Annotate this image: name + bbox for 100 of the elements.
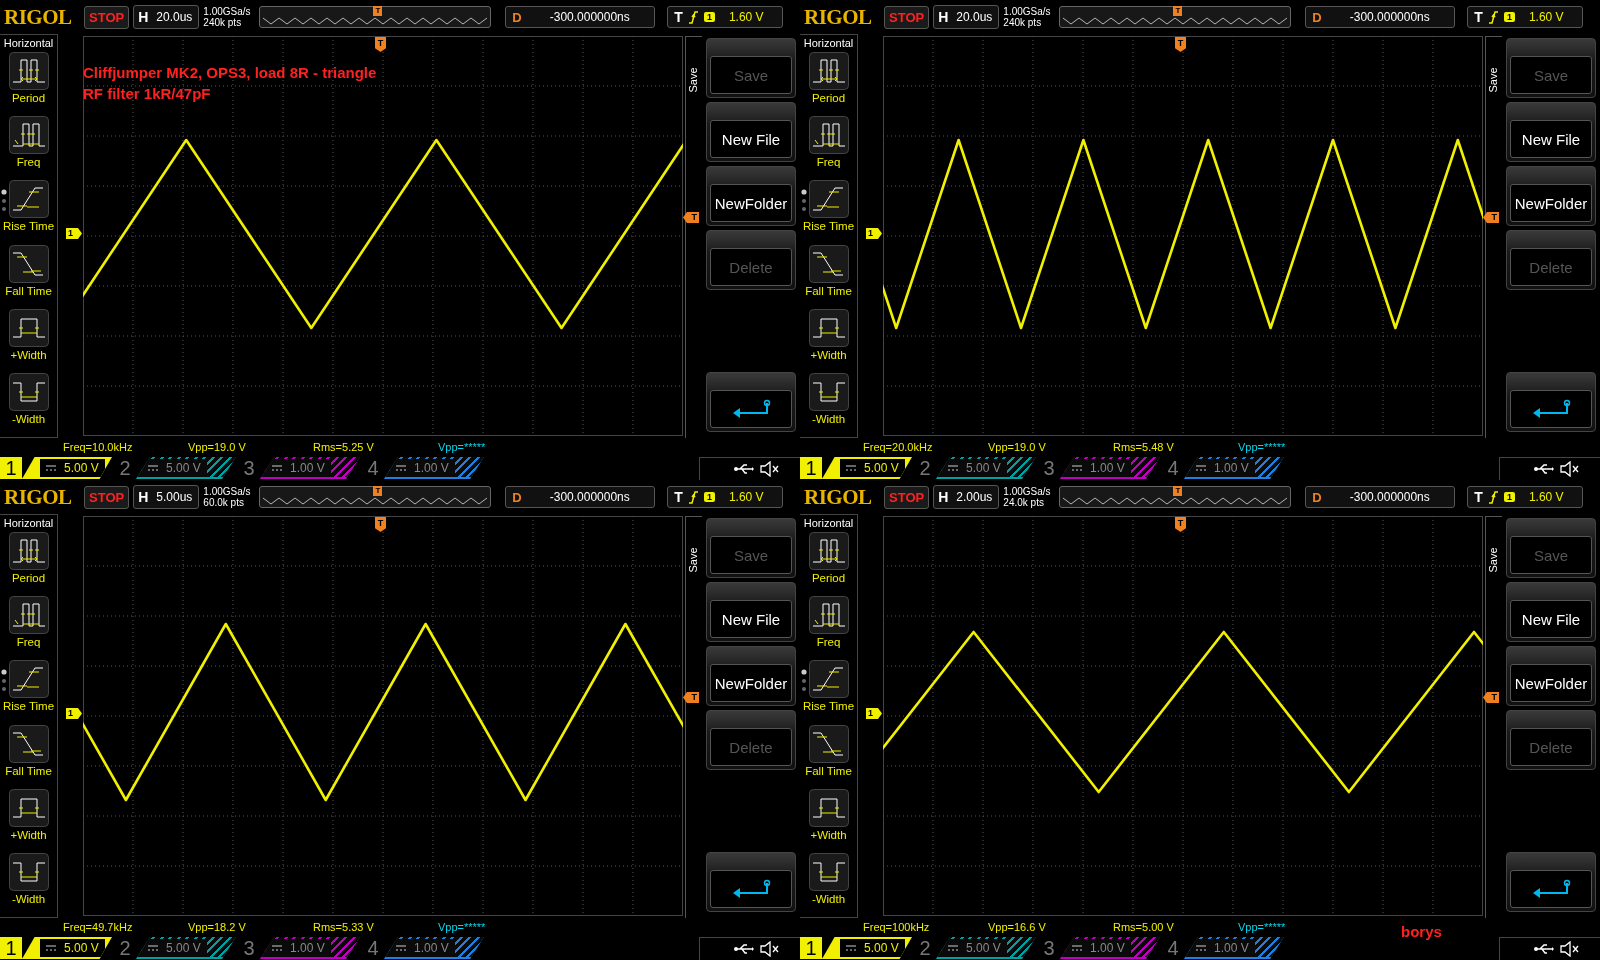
channel-tab[interactable]: 3 1.00 V	[238, 937, 360, 959]
positive-pulse-icon	[8, 788, 49, 827]
trigger-level-marker[interactable]: T	[683, 692, 699, 703]
run-status-badge[interactable]: STOP	[84, 485, 130, 509]
measure-item[interactable]: Rise Time	[800, 180, 857, 245]
measure-item[interactable]: Period	[800, 532, 857, 597]
measure-item[interactable]: Freq	[0, 116, 57, 181]
delay-display[interactable]: D -300.000000ns	[1305, 486, 1456, 508]
trigger-display[interactable]: T 1 1.60 V	[1467, 486, 1584, 508]
channel-scale-frame: 5.00 V	[136, 457, 236, 479]
channel-tab[interactable]: 4 1.00 V	[1162, 457, 1284, 479]
measure-item[interactable]: -Width	[800, 372, 857, 438]
measure-item[interactable]: Freq	[0, 596, 57, 661]
measure-item[interactable]: Freq	[800, 596, 857, 661]
measure-item[interactable]: Period	[0, 532, 57, 597]
channel-tab[interactable]: 3 1.00 V	[238, 457, 360, 479]
waveform-overview-icon	[263, 17, 488, 25]
measure-item[interactable]: -Width	[800, 852, 857, 918]
measure-item[interactable]: Fall Time	[800, 244, 857, 309]
back-button[interactable]	[706, 852, 796, 912]
back-button[interactable]	[1506, 852, 1596, 912]
channel-tab[interactable]: 2 5.00 V	[914, 457, 1036, 479]
back-button[interactable]	[1506, 372, 1596, 432]
measure-item[interactable]: -Width	[0, 372, 57, 438]
channel-tab[interactable]: 1 5.00 V	[800, 937, 912, 959]
measure-item[interactable]: Fall Time	[0, 244, 57, 309]
measure-item[interactable]: Fall Time	[0, 724, 57, 789]
dc-coupling-icon	[46, 465, 56, 471]
measure-item[interactable]: -Width	[0, 852, 57, 918]
period-icon	[808, 52, 849, 90]
channel-tab[interactable]: 4 1.00 V	[1162, 937, 1284, 959]
softkey-button[interactable]: NewFolder	[706, 166, 796, 226]
timebase-display[interactable]: H 20.0us	[133, 5, 200, 29]
menu-tab[interactable]: Save	[687, 67, 701, 93]
trigger-level-marker[interactable]: T	[683, 212, 699, 223]
measurement-readout: Freq=100kHz	[863, 921, 931, 933]
trigger-display[interactable]: T 1 1.60 V	[1467, 6, 1584, 28]
memory-depth: 24.0k pts	[1003, 497, 1045, 508]
channel-tab[interactable]: 3 1.00 V	[1038, 937, 1160, 959]
trigger-source: 1	[1503, 492, 1515, 502]
trigger-display[interactable]: T 1 1.60 V	[667, 486, 784, 508]
trigger-label: T	[1474, 489, 1483, 505]
measure-item[interactable]: Rise Time	[0, 180, 57, 245]
softkey-button[interactable]: New File	[1506, 102, 1596, 162]
channel-tab[interactable]: 4 1.00 V	[362, 457, 484, 479]
menu-tab[interactable]: Save	[1487, 547, 1501, 573]
trigger-position-marker: T	[375, 517, 386, 532]
softkey-button[interactable]: New File	[706, 582, 796, 642]
measure-item[interactable]: Period	[0, 52, 57, 117]
measure-item[interactable]: +Width	[800, 308, 857, 373]
measure-item[interactable]: +Width	[0, 788, 57, 853]
delay-value: -300.000000ns	[1349, 490, 1430, 504]
memory-depth: 60.0k pts	[203, 497, 245, 508]
softkey-button[interactable]: New File	[706, 102, 796, 162]
softkey-button[interactable]: NewFolder	[1506, 646, 1596, 706]
channel-tab[interactable]: 1 5.00 V	[0, 457, 112, 479]
delay-display[interactable]: D -300.000000ns	[1305, 6, 1456, 28]
channel-tab[interactable]: 2 5.00 V	[914, 937, 1036, 959]
channel-offset-marker[interactable]: 1	[66, 228, 82, 239]
measure-item[interactable]: Freq	[800, 116, 857, 181]
measure-item[interactable]: +Width	[0, 308, 57, 373]
measurement-readout: Freq=49.7kHz	[63, 921, 134, 933]
channel-tab[interactable]: 1 5.00 V	[800, 457, 912, 479]
timebase-display[interactable]: H 20.0us	[933, 5, 1000, 29]
timebase-display[interactable]: H 2.00us	[933, 485, 1000, 509]
timebase-display[interactable]: H 5.00us	[133, 485, 200, 509]
run-status-badge[interactable]: STOP	[84, 5, 130, 29]
back-button[interactable]	[706, 372, 796, 432]
channel-tab[interactable]: 3 1.00 V	[1038, 457, 1160, 479]
timebase-label: H	[138, 489, 149, 505]
dc-coupling-icon	[948, 945, 958, 951]
run-status-badge[interactable]: STOP	[884, 5, 930, 29]
softkey-button[interactable]: NewFolder	[1506, 166, 1596, 226]
trigger-position-marker: T	[373, 486, 383, 496]
channel-offset-marker[interactable]: 1	[66, 708, 82, 719]
measure-item[interactable]: +Width	[800, 788, 857, 853]
measure-item[interactable]: Fall Time	[800, 724, 857, 789]
channel-offset-marker[interactable]: 1	[866, 228, 882, 239]
trigger-level-marker[interactable]: T	[1483, 692, 1499, 703]
channel-tab[interactable]: 2 5.00 V	[114, 937, 236, 959]
measure-item[interactable]: Period	[800, 52, 857, 117]
delay-display[interactable]: D -300.000000ns	[505, 486, 656, 508]
channel-tab[interactable]: 1 5.00 V	[0, 937, 112, 959]
trigger-display[interactable]: T 1 1.60 V	[667, 6, 784, 28]
channel-offset-marker[interactable]: 1	[866, 708, 882, 719]
memory-depth: 240k pts	[203, 17, 243, 28]
menu-tab[interactable]: Save	[687, 547, 701, 573]
frequency-icon	[808, 596, 849, 635]
softkey-button[interactable]: NewFolder	[706, 646, 796, 706]
trigger-level-marker[interactable]: T	[1483, 212, 1499, 223]
channel-tab[interactable]: 2 5.00 V	[114, 457, 236, 479]
measure-item[interactable]: Rise Time	[0, 660, 57, 725]
softkey-button[interactable]: New File	[1506, 582, 1596, 642]
run-status-badge[interactable]: STOP	[884, 485, 930, 509]
dc-coupling-icon	[846, 465, 856, 471]
measure-item[interactable]: Rise Time	[800, 660, 857, 725]
negative-pulse-icon	[808, 372, 849, 411]
menu-tab[interactable]: Save	[1487, 67, 1501, 93]
delay-display[interactable]: D -300.000000ns	[505, 6, 656, 28]
channel-tab[interactable]: 4 1.00 V	[362, 937, 484, 959]
